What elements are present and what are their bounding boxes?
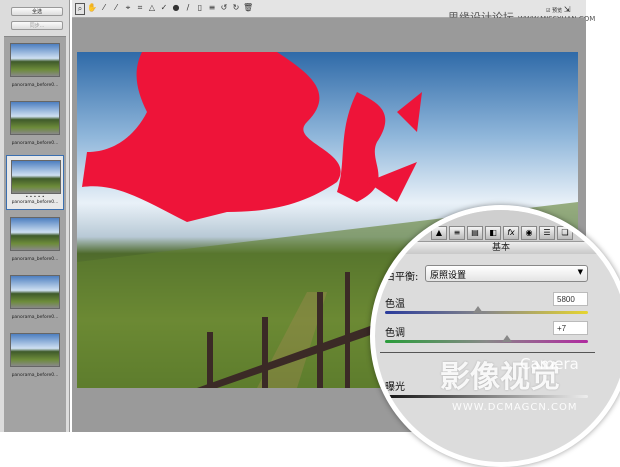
tint-slider-thumb[interactable] <box>501 335 512 342</box>
white-balance-select[interactable]: 原照设置 ▼ <box>425 265 588 282</box>
thumbnail-label: panorama_before0... <box>11 83 59 88</box>
tab-effects-fx[interactable]: fx <box>503 226 519 240</box>
thumbnail-image <box>10 217 60 251</box>
panel-tabs: ▲ ≡ ▤ ◧ fx ◉ ☰ ❏ <box>375 210 620 242</box>
tab-split-toning[interactable]: ◧ <box>485 226 501 240</box>
thumbnail-image <box>10 333 60 367</box>
magnified-panel: ▲ ≡ ▤ ◧ fx ◉ ☰ ❏ 基本 白平衡: 原照设置 ▼ 色温 色调 曝光 <box>370 205 620 467</box>
tab-presets[interactable]: ☰ <box>539 226 555 240</box>
filmstrip: panorama_before0... panorama_before0... … <box>4 36 66 432</box>
thumbnail[interactable]: panorama_before0... <box>10 43 60 88</box>
spot-removal-icon[interactable]: ✓ <box>159 3 169 12</box>
temperature-input[interactable] <box>553 292 588 306</box>
white-balance-value: 原照设置 <box>430 271 467 281</box>
white-balance-icon[interactable]: ⁄ <box>99 3 109 12</box>
temperature-slider-thumb[interactable] <box>473 306 484 313</box>
hand-icon[interactable]: ✋ <box>87 3 97 12</box>
target-adjust-icon[interactable]: ⌖ <box>123 3 133 13</box>
temperature-label: 色温 <box>385 299 405 310</box>
sync-button[interactable]: 同步... <box>11 21 63 30</box>
tab-camera-calibration[interactable]: ◉ <box>521 226 537 240</box>
tint-slider[interactable] <box>385 340 588 343</box>
white-balance-label: 白平衡: <box>385 272 419 283</box>
thumbnail[interactable]: panorama_before0... <box>10 275 60 320</box>
zoom-icon[interactable]: ⌕ <box>75 3 85 15</box>
rotate-cw-icon[interactable]: ↻ <box>231 3 241 12</box>
thumbnail-label: panorama_before0... <box>11 373 59 378</box>
tab-tone-curve[interactable]: ≡ <box>449 226 465 240</box>
watermark-logo-en: Camera <box>520 355 579 373</box>
tab-hsl[interactable]: ▤ <box>467 226 483 240</box>
temperature-slider[interactable] <box>385 311 588 314</box>
thumbnail-image <box>10 101 60 135</box>
tab-basic[interactable]: ▲ <box>431 226 447 240</box>
exposure-label: 曝光 <box>385 382 405 393</box>
tab-snapshots[interactable]: ❏ <box>557 226 573 240</box>
thumbnail-image <box>10 275 60 309</box>
watermark-url: WWW.DCMAGCN.COM <box>452 402 578 413</box>
list-icon[interactable]: ≡ <box>207 3 217 12</box>
crop-icon[interactable]: ⌗ <box>135 3 145 13</box>
graduated-filter-icon[interactable]: ▯ <box>195 3 205 12</box>
select-all-button[interactable]: 全选 <box>11 7 63 16</box>
thumbnail-label: panorama_before0... <box>11 257 59 262</box>
tint-input[interactable] <box>553 321 588 335</box>
thumbnail-label: panorama_before0... <box>11 200 59 205</box>
thumbnail-image <box>10 43 60 77</box>
tint-label: 色调 <box>385 328 405 339</box>
filmstrip-panel: 全选 同步... panorama_before0... panorama_be… <box>0 0 70 432</box>
trash-icon[interactable]: 🗑 <box>243 3 253 12</box>
thumbnail-label: panorama_before0... <box>11 141 59 146</box>
thumbnail[interactable]: panorama_before0... <box>10 333 60 378</box>
chevron-down-icon: ▼ <box>577 268 583 276</box>
rotate-ccw-icon[interactable]: ↺ <box>219 3 229 12</box>
brush-icon[interactable]: / <box>183 3 193 12</box>
section-title: 基本 <box>375 242 620 254</box>
color-sampler-icon[interactable]: ⁄ <box>111 3 121 12</box>
thumbnail[interactable]: panorama_before0... <box>10 217 60 262</box>
straighten-icon[interactable]: △ <box>147 3 157 12</box>
red-eye-icon[interactable]: ● <box>171 3 181 12</box>
thumbnail-label: panorama_before0... <box>11 315 59 320</box>
thumbnail-image <box>11 160 61 194</box>
thumbnail[interactable]: panorama_before0... <box>10 101 60 146</box>
thumbnail-selected[interactable]: • • • • • panorama_before0... <box>6 155 64 210</box>
